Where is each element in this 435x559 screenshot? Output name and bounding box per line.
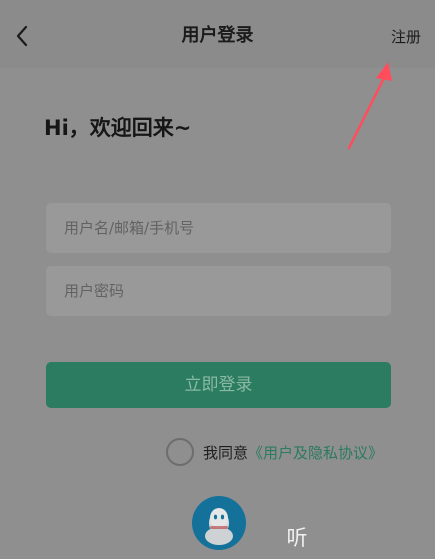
privacy-policy-link[interactable]: 《用户及隐私协议》 <box>248 442 383 463</box>
register-link[interactable]: 注册 <box>391 24 421 50</box>
qq-icon <box>205 508 233 545</box>
listen-icon[interactable]: 听 <box>282 522 312 552</box>
welcome-heading: Hi，欢迎回来~ <box>44 116 192 140</box>
login-button[interactable]: 立即登录 <box>46 362 391 408</box>
page-title: 用户登录 <box>181 25 254 46</box>
password-input[interactable] <box>46 266 391 316</box>
agreement-checkbox[interactable] <box>166 438 194 466</box>
qq-login-button[interactable] <box>192 496 246 550</box>
password-field[interactable] <box>46 266 391 316</box>
agreement-row: 我同意 《用户及隐私协议》 <box>166 436 383 468</box>
header-bar: 用户登录 注册 <box>0 0 435 68</box>
username-field[interactable] <box>46 203 391 253</box>
username-input[interactable] <box>46 203 391 253</box>
agreement-text: 我同意 <box>203 443 249 462</box>
